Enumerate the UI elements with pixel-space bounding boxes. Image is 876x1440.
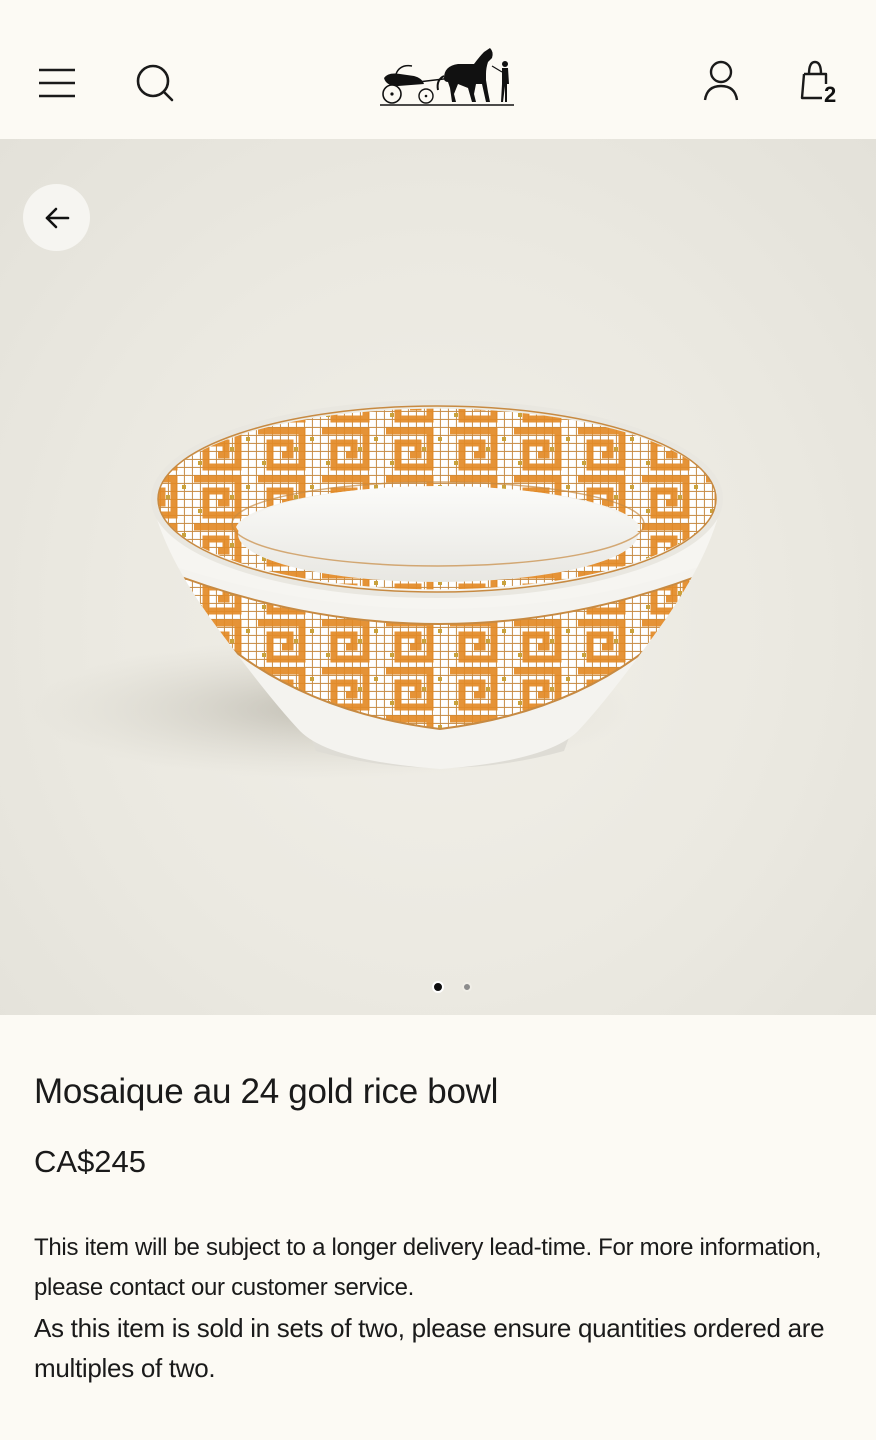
bag-count-badge: 2 <box>824 82 837 107</box>
menu-button[interactable] <box>34 62 80 104</box>
shopping-bag-button[interactable]: 2 <box>796 58 848 110</box>
sets-of-two-notice: As this item is sold in sets of two, ple… <box>34 1313 825 1383</box>
product-price: CA$245 <box>34 1144 147 1179</box>
carousel-pagination <box>0 980 876 994</box>
carousel-dot-1-active[interactable] <box>432 981 444 993</box>
shopping-bag-icon <box>800 60 828 100</box>
site-header: 2 <box>0 0 876 139</box>
carousel-dot-2[interactable] <box>462 982 472 992</box>
product-image-gallery[interactable] <box>0 139 876 1015</box>
search-icon <box>136 64 174 102</box>
product-title: Mosaique au 24 gold rice bowl <box>34 1072 499 1111</box>
delivery-notice: This item will be subject to a longer de… <box>34 1228 834 1388</box>
arrow-left-icon <box>45 207 69 228</box>
account-button[interactable] <box>700 58 742 104</box>
search-button[interactable] <box>132 60 178 106</box>
back-button[interactable] <box>23 184 90 251</box>
horse-carriage-logo[interactable] <box>378 44 516 108</box>
lead-time-notice: This item will be subject to a longer de… <box>34 1234 822 1301</box>
user-icon <box>703 60 739 101</box>
porcelain-rice-bowl-photo <box>30 400 723 779</box>
hamburger-menu-icon <box>39 68 75 98</box>
